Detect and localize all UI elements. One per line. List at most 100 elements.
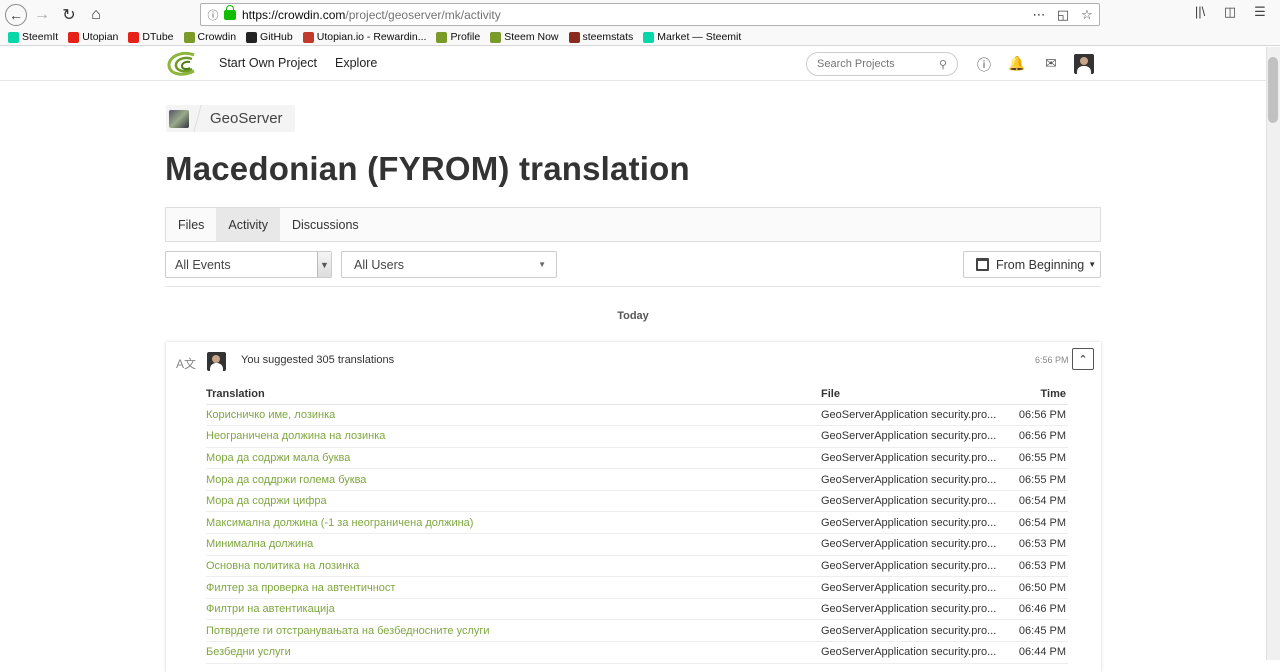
url-text[interactable]: https://crowdin.com/project/geoserver/mk… bbox=[242, 8, 1027, 22]
bookmark-favicon-icon bbox=[8, 31, 19, 43]
bookmark-item[interactable]: steemstats bbox=[568, 31, 634, 43]
table-row: Основна политика на лозинка GeoServerAppl… bbox=[206, 555, 1068, 578]
file-name: GeoServerApplication security.pro... bbox=[821, 468, 1011, 491]
bookmark-item[interactable]: Utopian.io - Rewardin... bbox=[302, 31, 426, 43]
translation-link[interactable]: Неограничена должина на лозинка bbox=[206, 425, 821, 448]
events-filter-select[interactable]: All Events ▼ bbox=[165, 251, 332, 278]
bookmark-item[interactable]: GitHub bbox=[246, 31, 293, 43]
sidebar-icon[interactable]: ◫ bbox=[1220, 4, 1240, 20]
lock-icon bbox=[224, 4, 236, 20]
page-actions-icon[interactable]: ⋯ bbox=[1027, 7, 1051, 23]
user-avatar[interactable] bbox=[1074, 54, 1094, 74]
bookmark-label: steemstats bbox=[582, 31, 634, 43]
bookmark-label: Market — Steemit bbox=[657, 31, 742, 43]
home-icon[interactable]: ⌂ bbox=[84, 3, 108, 27]
browser-right-tools: ||\ ◫ ☰ bbox=[1190, 4, 1270, 20]
translation-link[interactable]: Филтер за проверка на автентичност bbox=[206, 576, 821, 599]
translate-icon: A文 bbox=[176, 357, 197, 371]
file-name: GeoServerApplication security.pro... bbox=[821, 511, 1011, 535]
row-time: 06:56 PM bbox=[1011, 425, 1068, 448]
translations-table: Translation File Time Корисничко име, ло… bbox=[206, 384, 1068, 664]
translation-link[interactable]: Основна политика на лозинка bbox=[206, 555, 821, 578]
bookmark-star-icon[interactable]: ☆ bbox=[1075, 7, 1099, 23]
date-range-button[interactable]: From Beginning ▼ bbox=[963, 251, 1101, 278]
info-icon[interactable]: ⓘ bbox=[204, 7, 222, 23]
bookmark-item[interactable]: Crowdin bbox=[183, 31, 237, 43]
breadcrumb-project-link[interactable]: GeoServer bbox=[210, 110, 295, 127]
forward-icon[interactable]: → bbox=[30, 3, 54, 27]
url-path: /project/geoserver/mk/activity bbox=[345, 7, 501, 22]
menu-icon[interactable]: ☰ bbox=[1250, 4, 1270, 20]
translation-link[interactable]: Мора да содржи мала буква bbox=[206, 447, 821, 470]
bookmark-favicon-icon bbox=[302, 31, 314, 43]
collapse-chevron-up-icon[interactable]: ⌃ bbox=[1072, 348, 1094, 370]
dropdown-caret-icon: ▼ bbox=[1088, 260, 1097, 269]
translation-link[interactable]: Филтри на автентикација bbox=[206, 598, 821, 621]
start-own-project-link[interactable]: Start Own Project bbox=[219, 56, 317, 70]
bookmark-favicon-icon bbox=[183, 31, 195, 43]
bookmark-label: DTube bbox=[142, 31, 174, 43]
day-heading: Today bbox=[617, 310, 649, 322]
explore-link[interactable]: Explore bbox=[335, 56, 377, 70]
calendar-icon bbox=[976, 258, 989, 271]
table-row: Мора да содржи цифра GeoServerApplication… bbox=[206, 490, 1068, 513]
file-name: GeoServerApplication security.pro... bbox=[821, 555, 1011, 578]
crowdin-logo-icon[interactable] bbox=[166, 51, 198, 77]
bookmark-favicon-icon bbox=[128, 31, 140, 43]
table-row: Филтри на автентикација GeoServerApplicat… bbox=[206, 598, 1068, 621]
translation-link[interactable]: Мора да соддржи голема буква bbox=[206, 468, 821, 491]
table-row: Потврдете ги отстранувањата на безбеднос… bbox=[206, 619, 1068, 643]
bookmark-item[interactable]: Steem Now bbox=[490, 31, 559, 43]
bookmark-item[interactable]: Profile bbox=[436, 31, 480, 43]
search-icon[interactable]: ⚲ bbox=[939, 58, 947, 71]
translation-link[interactable]: Мора да содржи цифра bbox=[206, 490, 821, 513]
events-filter-value: All Events bbox=[175, 257, 231, 272]
table-row: Минимална должина GeoServerApplication se… bbox=[206, 533, 1068, 556]
tab-activity[interactable]: Activity bbox=[216, 208, 280, 241]
bookmark-label: Crowdin bbox=[197, 31, 237, 43]
bookmark-item[interactable]: SteemIt bbox=[8, 31, 58, 43]
bookmark-label: Steem Now bbox=[504, 31, 559, 43]
bookmark-item[interactable]: DTube bbox=[128, 31, 174, 43]
translation-link[interactable]: Потврдете ги отстранувањата на безбеднос… bbox=[206, 619, 821, 643]
bookmark-favicon-icon bbox=[643, 31, 655, 43]
scrollbar-thumb[interactable] bbox=[1268, 57, 1278, 123]
browser-toolbar: ← → ↻ ⌂ ⓘ https://crowdin.com/project/ge… bbox=[0, 0, 1280, 29]
breadcrumb-separator bbox=[193, 105, 202, 132]
help-icon[interactable]: ⓘ bbox=[975, 55, 993, 75]
back-icon[interactable]: ← bbox=[5, 3, 27, 26]
reload-icon[interactable]: ↻ bbox=[57, 3, 81, 27]
row-time: 06:53 PM bbox=[1011, 555, 1068, 578]
page-scrollbar[interactable] bbox=[1266, 47, 1280, 660]
project-logo-icon[interactable] bbox=[169, 109, 189, 128]
bookmark-item[interactable]: Utopian bbox=[68, 31, 118, 43]
notifications-bell-icon[interactable]: 🔔 bbox=[1008, 55, 1026, 72]
bookmark-label: SteemIt bbox=[22, 31, 59, 43]
tab-files[interactable]: Files bbox=[166, 208, 216, 241]
table-row: Максимална должина (-1 за неограничена д… bbox=[206, 511, 1068, 535]
table-row: Неограничена должина на лозинка GeoServer… bbox=[206, 425, 1068, 448]
pocket-icon[interactable]: ◱ bbox=[1051, 7, 1075, 23]
library-icon[interactable]: ||\ bbox=[1190, 4, 1210, 20]
url-bar[interactable]: ⓘ https://crowdin.com/project/geoserver/… bbox=[200, 3, 1100, 26]
messages-icon[interactable]: ✉ bbox=[1042, 55, 1060, 72]
bookmark-label: Utopian bbox=[82, 31, 119, 43]
bookmark-favicon-icon bbox=[490, 31, 502, 43]
event-user-avatar[interactable] bbox=[207, 352, 226, 371]
translation-link[interactable]: Максимална должина (-1 за неограничена д… bbox=[206, 511, 821, 535]
search-input[interactable] bbox=[817, 58, 927, 70]
translation-link[interactable]: Минимална должина bbox=[206, 533, 821, 556]
tab-discussions[interactable]: Discussions bbox=[280, 208, 371, 241]
column-header-file: File bbox=[821, 384, 1011, 405]
file-name: GeoServerApplication security.pro... bbox=[821, 490, 1011, 513]
users-filter-select[interactable]: All Users ▼ bbox=[341, 251, 557, 278]
table-row: Мора да соддржи голема буква GeoServerApp… bbox=[206, 468, 1068, 491]
bookmark-item[interactable]: Market — Steemit bbox=[643, 31, 741, 43]
file-name: GeoServerApplication security.pro... bbox=[821, 576, 1011, 599]
row-time: 06:56 PM bbox=[1011, 404, 1068, 427]
bookmark-favicon-icon bbox=[436, 31, 448, 43]
file-name: GeoServerApplication security.pro... bbox=[821, 404, 1011, 427]
chevron-down-icon[interactable]: ▼ bbox=[317, 252, 331, 277]
row-time: 06:46 PM bbox=[1011, 598, 1068, 621]
translation-link[interactable]: Корисничко име, лозинка bbox=[206, 404, 821, 427]
